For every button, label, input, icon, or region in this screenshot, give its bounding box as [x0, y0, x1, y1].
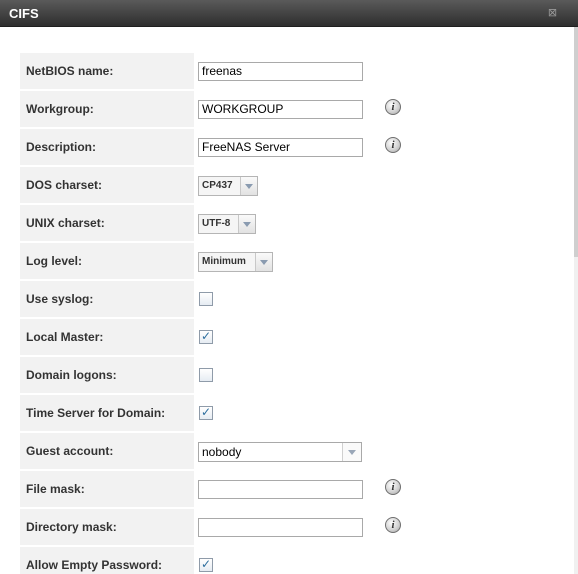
directory-mask-input[interactable]: [198, 518, 363, 537]
dos-charset-select[interactable]: CP437: [198, 176, 258, 196]
close-icon[interactable]: ⊠: [547, 7, 558, 18]
field-cell: Minimum: [196, 243, 556, 279]
label-cell: Guest account:: [20, 433, 194, 469]
field-cell: i: [196, 509, 556, 545]
log-level-label: Log level:: [26, 254, 83, 268]
label-cell: Allow Empty Password:: [20, 547, 194, 574]
workgroup-input[interactable]: WORKGROUP: [198, 100, 363, 119]
log-level-value: Minimum: [202, 256, 246, 267]
field-cell: WORKGROUP i: [196, 91, 556, 127]
field-cell: [196, 357, 556, 393]
log-level-select[interactable]: Minimum: [198, 252, 273, 272]
field-cell: [196, 281, 556, 317]
label-cell: Use syslog:: [20, 281, 194, 317]
info-icon[interactable]: i: [385, 99, 401, 115]
cifs-dialog: CIFS ⊠ NetBIOS name: freenas Workgroup: …: [0, 0, 578, 574]
guest-account-label: Guest account:: [26, 444, 114, 458]
label-cell: Directory mask:: [20, 509, 194, 545]
dialog-titlebar[interactable]: CIFS ⊠: [0, 0, 578, 27]
directory-mask-label: Directory mask:: [26, 520, 117, 534]
label-cell: Local Master:: [20, 319, 194, 355]
info-icon[interactable]: i: [385, 137, 401, 153]
label-cell: Domain logons:: [20, 357, 194, 393]
label-cell: NetBIOS name:: [20, 53, 194, 89]
field-cell: ✓: [196, 547, 556, 574]
info-icon[interactable]: i: [385, 479, 401, 495]
guest-account-select[interactable]: nobody: [198, 442, 362, 462]
dos-charset-value: CP437: [202, 180, 233, 191]
description-input[interactable]: FreeNAS Server: [198, 138, 363, 157]
chevron-down-icon[interactable]: [342, 443, 361, 461]
label-cell: Description:: [20, 129, 194, 165]
chevron-down-icon[interactable]: [255, 253, 272, 271]
local-master-label: Local Master:: [26, 330, 104, 344]
domain-logons-label: Domain logons:: [26, 368, 117, 382]
file-mask-input[interactable]: [198, 480, 363, 499]
check-icon: ✓: [201, 557, 212, 571]
field-cell: ✓: [196, 395, 556, 431]
label-cell: Time Server for Domain:: [20, 395, 194, 431]
netbios-name-label: NetBIOS name:: [26, 64, 114, 78]
field-cell: freenas: [196, 53, 556, 89]
label-cell: DOS charset:: [20, 167, 194, 203]
label-cell: Workgroup:: [20, 91, 194, 127]
unix-charset-select[interactable]: UTF-8: [198, 214, 256, 234]
field-cell: ✓: [196, 319, 556, 355]
check-icon: ✓: [201, 405, 212, 419]
local-master-checkbox[interactable]: ✓: [199, 329, 213, 344]
scrollbar-thumb[interactable]: [574, 27, 578, 257]
unix-charset-value: UTF-8: [202, 218, 231, 229]
chevron-down-icon[interactable]: [240, 177, 257, 195]
allow-empty-password-label: Allow Empty Password:: [26, 558, 163, 572]
field-cell: FreeNAS Server i: [196, 129, 556, 165]
netbios-name-input[interactable]: freenas: [198, 62, 363, 81]
unix-charset-label: UNIX charset:: [26, 216, 105, 230]
use-syslog-label: Use syslog:: [26, 292, 94, 306]
label-cell: File mask:: [20, 471, 194, 507]
field-cell: CP437: [196, 167, 556, 203]
field-cell: nobody: [196, 433, 556, 469]
settings-form: NetBIOS name: freenas Workgroup: WORKGRO…: [0, 27, 574, 574]
check-icon: ✓: [201, 329, 212, 343]
file-mask-label: File mask:: [26, 482, 85, 496]
field-cell: i: [196, 471, 556, 507]
guest-account-value: nobody: [202, 445, 242, 459]
workgroup-label: Workgroup:: [26, 102, 94, 116]
time-server-label: Time Server for Domain:: [26, 406, 166, 420]
allow-empty-password-checkbox[interactable]: ✓: [199, 557, 213, 572]
dos-charset-label: DOS charset:: [26, 178, 103, 192]
info-icon[interactable]: i: [385, 517, 401, 533]
domain-logons-checkbox[interactable]: [199, 368, 213, 382]
use-syslog-checkbox[interactable]: [199, 292, 213, 306]
field-cell: UTF-8: [196, 205, 556, 241]
label-cell: Log level:: [20, 243, 194, 279]
time-server-checkbox[interactable]: ✓: [199, 405, 213, 420]
label-cell: UNIX charset:: [20, 205, 194, 241]
dialog-title: CIFS: [9, 6, 39, 21]
description-label: Description:: [26, 140, 97, 154]
chevron-down-icon[interactable]: [238, 215, 255, 233]
